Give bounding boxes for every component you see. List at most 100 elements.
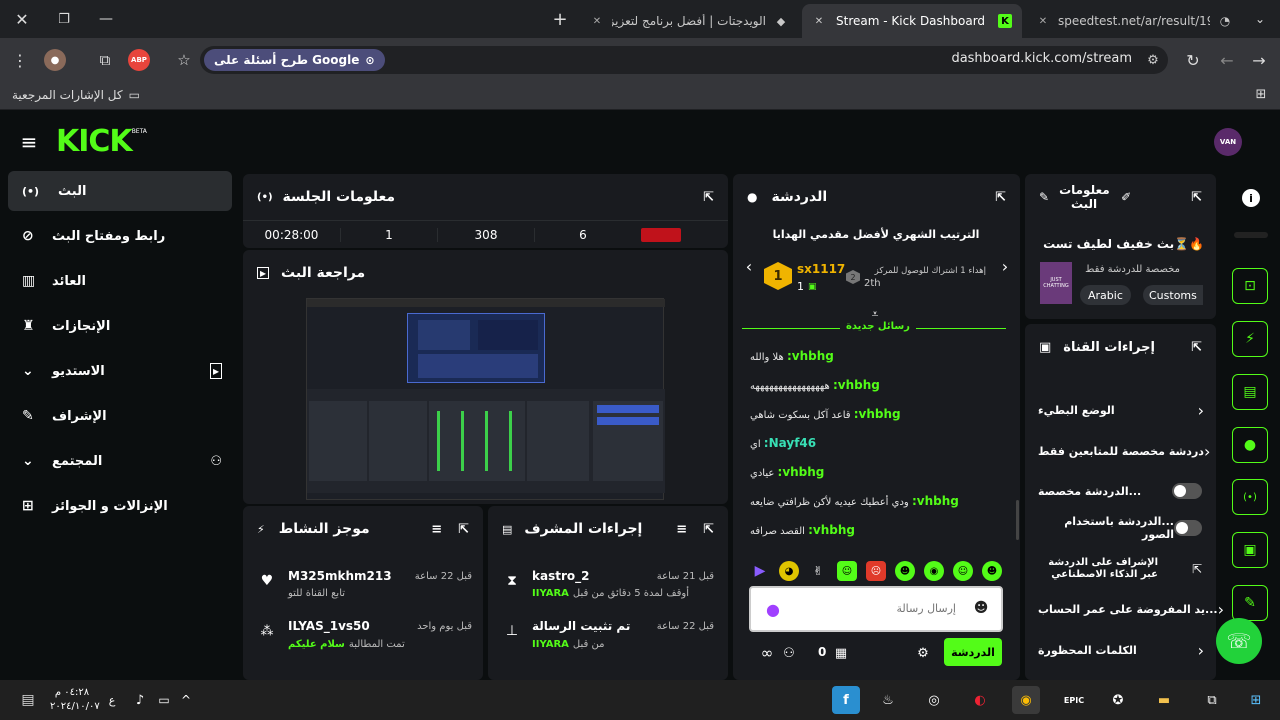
close-icon[interactable]: ✕ [812, 16, 826, 27]
emote-icon[interactable]: ☺ [837, 561, 857, 581]
taskbar-app-icon[interactable]: f [832, 686, 860, 714]
close-icon[interactable]: ✕ [590, 16, 604, 27]
chevron-left-icon[interactable]: ‹ [742, 257, 756, 276]
volume-icon[interactable]: ♪ [130, 691, 150, 709]
channel-action-followers-only[interactable]: دردشة مخصصة للمتابعين فقط › [1038, 441, 1210, 461]
rail-quick-actions-button[interactable]: ⚡ [1232, 321, 1268, 357]
google-lens-chip[interactable]: طرح أسئلة على Google ⊙ [204, 49, 385, 71]
mod-by[interactable]: IIYARA [532, 639, 569, 650]
extensions-icon[interactable]: ⧉ [94, 49, 116, 71]
rail-channel-button[interactable]: ▣ [1232, 532, 1268, 568]
tab-kick-dashboard[interactable]: ✕ Stream - Kick Dashboard K [802, 4, 1022, 38]
bookmark-star-icon[interactable]: ☆ [174, 50, 194, 70]
chat-username[interactable]: vhbhg: [787, 349, 834, 363]
infinity-icon[interactable]: ∞ [758, 644, 776, 662]
activity-user[interactable]: ILYAS_1vs50 [288, 619, 370, 633]
emote-icon[interactable]: ◕ [779, 561, 799, 581]
chat-username[interactable]: vhbhg: [778, 465, 825, 479]
tab-speedtest[interactable]: ✕ speedtest.net/ar/result/190016 ◔ [1026, 4, 1242, 38]
back-icon[interactable]: → [1248, 49, 1270, 71]
channel-action-ai-moderation[interactable]: الإشراف على الدردشة عبر الذكاء الاصطناعي… [1038, 554, 1202, 584]
info-icon[interactable]: i [1242, 189, 1260, 207]
chat-username[interactable]: vhbhg: [912, 494, 959, 508]
chat-username[interactable]: vhbhg: [854, 407, 901, 421]
emote-icon[interactable]: ☻ [982, 561, 1002, 581]
input-language[interactable]: ع [104, 692, 120, 708]
rail-chat-button[interactable]: ● [1232, 427, 1268, 463]
notification-center-icon[interactable]: ▤ [18, 690, 38, 710]
top-gifter-name[interactable]: sx1117 [797, 262, 845, 276]
epic-games-icon[interactable]: EPIC [1060, 686, 1088, 714]
settings-gear-icon[interactable]: ⚙ [914, 644, 932, 662]
user-avatar[interactable]: VAN [1214, 128, 1242, 156]
tag-chip[interactable]: Arabic [1080, 285, 1131, 305]
filter-icon[interactable]: ≡ [676, 522, 687, 537]
windows-start-icon[interactable]: ⊞ [1242, 686, 1270, 714]
sidebar-item-studio[interactable]: ⌄ الاستديو ▸ [8, 351, 232, 391]
task-view-icon[interactable]: ⧉ [1198, 686, 1226, 714]
forward-icon[interactable]: ← [1216, 49, 1238, 71]
filter-icon[interactable]: ≡ [431, 522, 442, 537]
popout-icon[interactable]: ⇱ [458, 522, 469, 537]
subscribers-only-toggle[interactable] [1172, 483, 1202, 499]
sidebar-item-community[interactable]: ⌄ المجتمع ⚇ [8, 441, 232, 481]
recorder-icon[interactable]: ◐ [966, 686, 994, 714]
all-bookmarks[interactable]: كل الإشارات المرجعية ▭ [12, 86, 140, 104]
sidebar-item-stream-key[interactable]: ⊘ رابط ومفتاح البث [8, 216, 232, 256]
popout-icon[interactable]: ⇱ [1191, 340, 1202, 355]
sidebar-item-revenue[interactable]: ▥ العائد [8, 261, 232, 301]
menu-kebab-icon[interactable]: ⋮ [10, 50, 30, 70]
hamburger-menu-icon[interactable]: ≡ [18, 130, 40, 154]
tray-expand-icon[interactable]: ^ [178, 691, 194, 709]
support-chat-button[interactable]: ☏ [1216, 618, 1262, 664]
url-text[interactable]: dashboard.kick.com/stream [900, 51, 1132, 66]
close-window-icon[interactable]: ✕ [12, 8, 32, 30]
channel-action-banned-words[interactable]: الكلمات المحظورة › [1038, 640, 1204, 660]
emote-icon[interactable]: ◉ [924, 561, 944, 581]
sidebar-item-drops[interactable]: ⊞ الإنزالات و الجوائز [8, 486, 232, 526]
popout-icon[interactable]: ⇱ [703, 190, 714, 205]
game-launcher-icon[interactable]: ✪ [1104, 686, 1132, 714]
send-chat-button[interactable]: الدردشة [944, 638, 1002, 666]
emote-icon[interactable]: ✌ [808, 561, 828, 581]
emote-icon[interactable]: ☹ [866, 561, 886, 581]
chat-username[interactable]: vhbhg: [808, 523, 855, 537]
tag-chip[interactable]: Customs [1143, 285, 1203, 305]
apps-grid-icon[interactable]: ⊞ [1252, 85, 1270, 103]
emoji-icon[interactable]: ☻ [972, 598, 990, 618]
new-tab-icon[interactable]: + [550, 8, 570, 30]
emote-icon[interactable]: ☺ [953, 561, 973, 581]
users-icon[interactable]: ⚇ [780, 645, 798, 661]
chat-scrollbar[interactable] [1016, 500, 1019, 540]
gift-shop-icon[interactable]: ▦ [832, 644, 850, 662]
emote-icon[interactable]: ▶ [750, 561, 770, 581]
minimize-window-icon[interactable]: — [96, 8, 116, 30]
rail-tools-button[interactable]: ✎ [1232, 585, 1268, 621]
tab-widgets[interactable]: ✕ الويدجتات | أفضل برنامج لتعزيز ال ◆ [580, 4, 798, 38]
popout-icon[interactable]: ⇱ [995, 190, 1006, 205]
chat-message-input[interactable] [790, 596, 956, 620]
rail-broadcast-button[interactable]: (•) [1232, 479, 1268, 515]
reload-icon[interactable]: ↻ [1182, 49, 1204, 71]
sidebar-item-stream[interactable]: (•) البث [8, 171, 232, 211]
chat-username[interactable]: vhbhg: [833, 378, 880, 392]
sidebar-item-achievements[interactable]: ♜ الإنجازات [8, 306, 232, 346]
edit-pencil-icon[interactable]: ✐ [1121, 190, 1131, 204]
site-settings-icon[interactable]: ⚙ [1142, 49, 1164, 71]
category-thumbnail[interactable]: JUST CHATTING [1040, 262, 1072, 304]
popout-icon[interactable]: ⇱ [703, 522, 714, 537]
emote-icon[interactable]: ☻ [895, 561, 915, 581]
tab-search-icon[interactable]: ⌄ [1250, 8, 1270, 30]
sidebar-item-moderation[interactable]: ✎ الإشراف [8, 396, 232, 436]
restore-window-icon[interactable]: ❐ [54, 8, 74, 30]
taskbar-date[interactable]: ٢٠٢٤/١٠/٠٧ [50, 701, 100, 712]
channel-action-slow-mode[interactable]: الوضع البطيء › [1038, 400, 1204, 420]
channel-action-account-age[interactable]: ...يد المفروضة على عمر الحساب › [1038, 599, 1224, 619]
emote-only-toggle[interactable] [1173, 520, 1202, 536]
network-icon[interactable]: ▭ [154, 691, 174, 709]
chevron-right-icon[interactable]: › [998, 257, 1012, 276]
popout-icon[interactable]: ⇱ [1191, 190, 1202, 205]
rail-mod-log-button[interactable]: ▤ [1232, 374, 1268, 410]
microphone-icon[interactable]: ● [764, 598, 782, 620]
steam-icon[interactable]: ♨ [874, 686, 902, 714]
